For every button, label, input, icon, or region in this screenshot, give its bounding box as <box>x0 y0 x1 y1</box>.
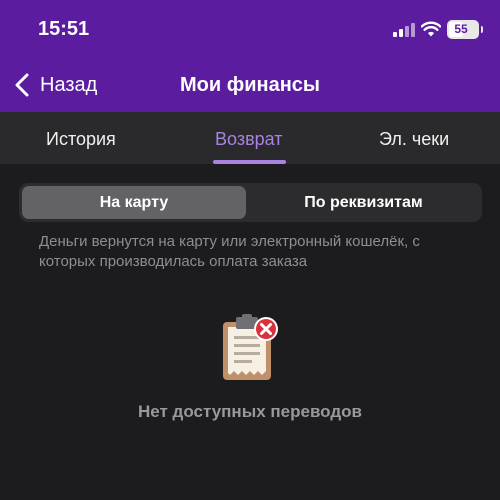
wifi-icon <box>421 21 441 37</box>
status-time: 15:51 <box>38 18 90 40</box>
refund-info-text: Деньги вернутся на карту или электронный… <box>39 233 420 270</box>
back-label: Назад <box>40 73 98 96</box>
battery-icon: 55 <box>447 20 479 39</box>
battery-level: 55 <box>454 22 468 36</box>
segment-to-card[interactable]: На карту <box>22 186 246 219</box>
empty-state-text: Нет доступных переводов <box>138 402 362 421</box>
status-bar: 15:51 55 <box>0 0 500 60</box>
back-button[interactable]: Назад <box>14 71 97 99</box>
battery-nub <box>481 26 483 33</box>
segment-by-requisites[interactable]: По реквизитам <box>248 186 479 219</box>
tab-bar: История Возврат Эл. чеки <box>0 112 500 164</box>
chevron-left-icon <box>15 73 29 97</box>
cellular-signal-icon <box>393 22 417 37</box>
tab-refund[interactable]: Возврат <box>215 129 283 150</box>
clipboard-error-icon <box>223 314 278 380</box>
nav-bar: Назад Мои финансы <box>0 60 500 112</box>
tab-history[interactable]: История <box>46 129 116 150</box>
refund-method-segmented-control: На карту По реквизитам <box>19 183 482 222</box>
active-tab-indicator <box>213 160 286 164</box>
app-header: 15:51 55 Назад Мои финансы <box>0 0 500 112</box>
tab-e-receipts[interactable]: Эл. чеки <box>379 129 449 150</box>
